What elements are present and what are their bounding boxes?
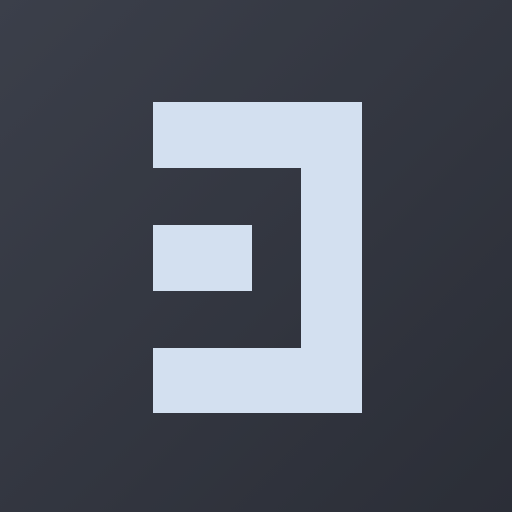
bracket-logo-icon: [153, 102, 362, 413]
app-icon-background: [0, 0, 512, 512]
bracket-inner-bar: [153, 225, 252, 291]
